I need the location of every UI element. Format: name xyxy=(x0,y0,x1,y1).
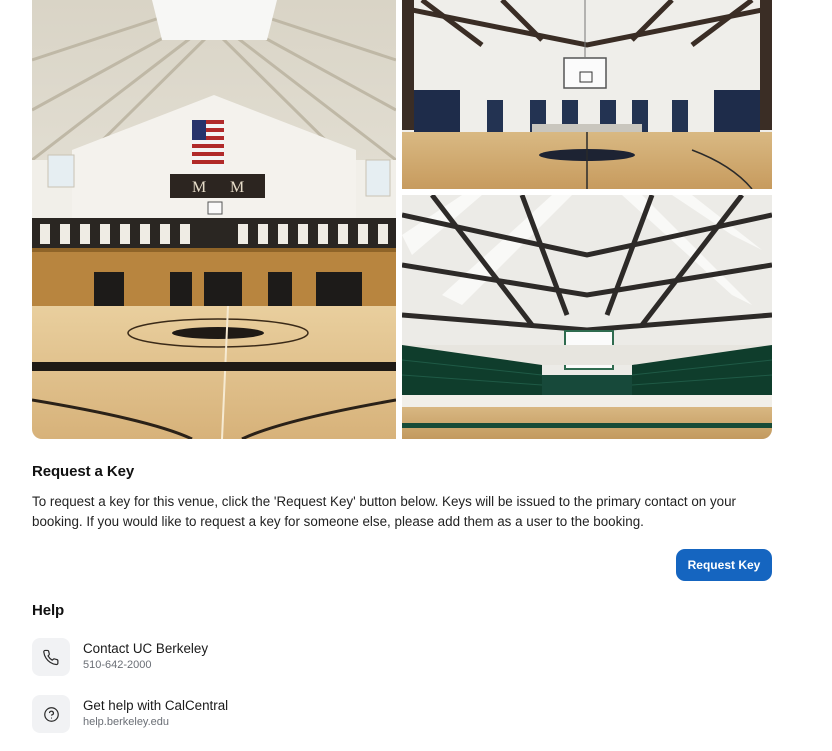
gym-photo-1: M M xyxy=(32,0,396,439)
request-key-button[interactable]: Request Key xyxy=(676,549,772,581)
help-item-label: Contact UC Berkeley xyxy=(83,641,209,656)
help-heading: Help xyxy=(32,602,65,619)
help-item-contact[interactable]: Contact UC Berkeley 510-642-2000 xyxy=(32,638,432,678)
svg-text:M: M xyxy=(192,179,206,196)
help-item-phone-number: 510-642-2000 xyxy=(83,659,152,671)
gym-photo-2 xyxy=(402,0,772,189)
help-icon-container xyxy=(32,695,70,733)
gym-photo-3 xyxy=(402,195,772,439)
help-item-url: help.berkeley.edu xyxy=(83,716,170,728)
question-circle-icon xyxy=(43,706,59,722)
gallery-photo-top-right[interactable] xyxy=(402,0,772,189)
gallery-photo-bottom-right[interactable] xyxy=(402,195,772,439)
gallery-photo-main[interactable]: M M xyxy=(32,0,396,439)
help-item-calcentral[interactable]: Get help with CalCentral help.berkeley.e… xyxy=(32,695,432,735)
help-item-label: Get help with CalCentral xyxy=(83,698,229,713)
request-key-heading: Request a Key xyxy=(32,463,135,480)
svg-text:M: M xyxy=(230,179,244,196)
request-key-description: To request a key for this venue, click t… xyxy=(32,494,737,529)
venue-page: M M Request a Key To request a key for t… xyxy=(0,0,832,751)
help-icon-container xyxy=(32,638,70,676)
venue-photo-gallery: M M xyxy=(32,0,772,439)
phone-icon xyxy=(42,649,58,665)
